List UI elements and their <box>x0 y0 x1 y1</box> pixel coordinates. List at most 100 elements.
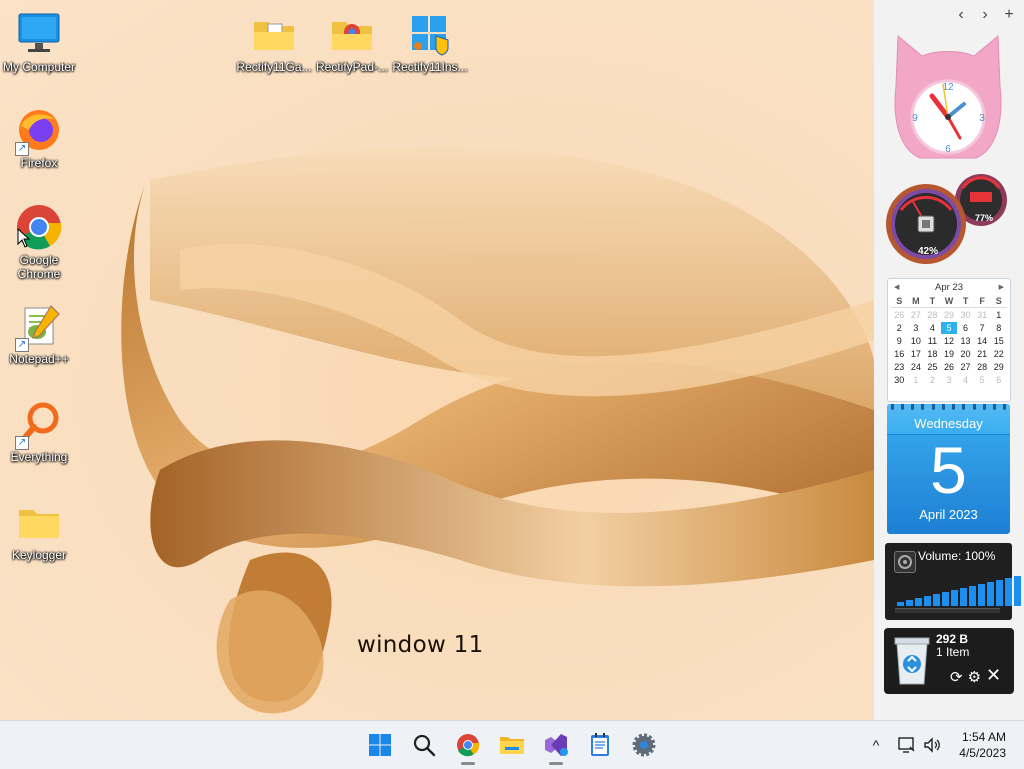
calendar-day[interactable]: 27 <box>908 309 925 321</box>
volume-bar <box>1005 578 1012 606</box>
calendar-day[interactable]: 28 <box>974 361 991 373</box>
calendar-day[interactable]: 1 <box>908 374 925 386</box>
calendar-day[interactable]: 29 <box>990 361 1007 373</box>
desktop-icon-firefox[interactable]: ↗ Firefox <box>0 106 78 170</box>
network-icon[interactable] <box>896 735 916 755</box>
volume-bar <box>996 580 1003 606</box>
calendar-day[interactable]: 26 <box>941 361 958 373</box>
calendar-day[interactable]: 21 <box>974 348 991 360</box>
mouse-cursor-icon <box>17 228 31 248</box>
calendar-day[interactable]: 1 <box>990 309 1007 321</box>
calendar-day[interactable]: 30 <box>891 374 908 386</box>
sidebar-back-button[interactable]: ‹ <box>954 6 968 24</box>
wallpaper-text: window 11 <box>357 632 484 658</box>
calendar-prev-button[interactable]: ◀ <box>894 283 899 291</box>
calendar-day[interactable]: 14 <box>974 335 991 347</box>
desktop-icon-keylogger[interactable]: Keylogger <box>0 498 78 562</box>
desktop-icon-my-computer[interactable]: My Computer <box>0 10 78 74</box>
calendar-day[interactable]: 9 <box>891 335 908 347</box>
calendar-day[interactable]: 30 <box>957 309 974 321</box>
gear-icon[interactable]: ⚙ <box>968 668 981 686</box>
shortcut-arrow-icon: ↗ <box>15 338 29 352</box>
desktop-icon-label: Keylogger <box>11 548 67 562</box>
calendar-day[interactable]: 3 <box>941 374 958 386</box>
calendar-day[interactable]: 3 <box>908 322 925 334</box>
shortcut-arrow-icon: ↗ <box>15 436 29 450</box>
desktop-icon-everything[interactable]: ↗ Everything <box>0 400 78 464</box>
volume-bar <box>969 586 976 606</box>
calendar-day[interactable]: 27 <box>957 361 974 373</box>
calendar-day[interactable]: 7 <box>974 322 991 334</box>
taskbar-clock[interactable]: 1:54 AM 4/5/2023 <box>959 729 1006 761</box>
taskbar-notepad-button[interactable] <box>584 729 616 761</box>
running-indicator <box>549 762 563 765</box>
calendar-day[interactable]: 6 <box>957 322 974 334</box>
calendar-day[interactable]: 29 <box>941 309 958 321</box>
calendar-day[interactable]: 6 <box>990 374 1007 386</box>
calendar-day[interactable]: 15 <box>990 335 1007 347</box>
taskbar-settings-button[interactable] <box>628 729 660 761</box>
volume-track[interactable] <box>895 608 1000 613</box>
desktop-icon-label: Firefox <box>20 156 58 170</box>
taskbar-file-explorer-button[interactable] <box>496 729 528 761</box>
speaker-icon <box>894 551 916 573</box>
calendar-day[interactable]: 25 <box>924 361 941 373</box>
desktop-icon-label: My Computer <box>2 60 76 74</box>
calendar-day[interactable]: 16 <box>891 348 908 360</box>
calendar-weekday: F <box>973 295 991 308</box>
clock-date: 4/5/2023 <box>959 746 1006 760</box>
sidebar-nav: ‹ › + <box>954 6 1016 24</box>
taskbar-start-button[interactable] <box>364 729 396 761</box>
calendar-day[interactable]: 13 <box>957 335 974 347</box>
calendar-next-button[interactable]: ▶ <box>999 283 1004 291</box>
calendar-day[interactable]: 18 <box>924 348 941 360</box>
calendar-day[interactable]: 20 <box>957 348 974 360</box>
cat-clock-widget[interactable]: 12 3 6 9 <box>888 30 1008 162</box>
gear-icon <box>632 733 656 757</box>
tray-overflow-chevron[interactable]: ^ <box>866 737 886 753</box>
desktop[interactable]: window 11 My Computer ↗ Firefox Google C… <box>0 0 874 720</box>
sidebar-add-button[interactable]: + <box>1002 6 1016 24</box>
calendar-day[interactable]: 5 <box>940 322 958 334</box>
folder-icon <box>500 737 524 754</box>
taskbar-chrome-button[interactable] <box>452 729 484 765</box>
chrome-icon <box>457 734 480 757</box>
volume-bar <box>951 590 958 606</box>
volume-icon[interactable] <box>922 735 942 755</box>
calendar-day[interactable]: 12 <box>941 335 958 347</box>
sidebar-forward-button[interactable]: › <box>978 6 992 24</box>
taskbar-visual-studio-button[interactable] <box>540 729 572 765</box>
close-icon[interactable]: ✕ <box>986 666 1001 686</box>
taskbar-search-button[interactable] <box>408 729 440 761</box>
calendar-day[interactable]: 4 <box>924 322 941 334</box>
calendar-day[interactable]: 19 <box>941 348 958 360</box>
calendar-day[interactable]: 5 <box>974 374 991 386</box>
calendar-day[interactable]: 17 <box>908 348 925 360</box>
calendar-day[interactable]: 11 <box>924 335 941 347</box>
clock-number-9: 9 <box>912 113 918 124</box>
calendar-weekday: W <box>940 295 958 308</box>
volume-bar <box>933 594 940 606</box>
volume-widget[interactable]: Volume: 100% <box>885 543 1021 620</box>
calendar-day[interactable]: 28 <box>924 309 941 321</box>
calendar-day[interactable]: 24 <box>908 361 925 373</box>
calendar-day[interactable]: 22 <box>990 348 1007 360</box>
recycle-bin-widget[interactable]: 292 B 1 Item ⟳ ⚙ ✕ <box>884 628 1014 694</box>
volume-bar <box>897 602 904 606</box>
calendar-day[interactable]: 31 <box>974 309 991 321</box>
calendar-day[interactable]: 2 <box>924 374 941 386</box>
calendar-day[interactable]: 4 <box>957 374 974 386</box>
refresh-icon[interactable]: ⟳ <box>950 668 963 686</box>
calendar-day[interactable]: 23 <box>891 361 908 373</box>
calendar-day[interactable]: 26 <box>891 309 908 321</box>
desktop-icon-google-chrome[interactable]: Google Chrome <box>0 203 78 281</box>
cpu-ram-gauges-widget[interactable]: 77% 42% <box>884 170 1010 266</box>
calendar-day[interactable]: 2 <box>891 322 908 334</box>
desktop-icon-rectify11ga[interactable]: Rectify11Ga... <box>234 10 314 74</box>
desktop-icon-label: Everything <box>10 450 68 464</box>
desktop-icon-rectify11ins[interactable]: Rectify11Ins... <box>390 10 470 74</box>
desktop-icon-rectifypad[interactable]: RectifyPad-... <box>312 10 392 74</box>
desktop-icon-notepadpp[interactable]: ↗ Notepad++ <box>0 302 78 366</box>
calendar-day[interactable]: 10 <box>908 335 925 347</box>
calendar-day[interactable]: 8 <box>990 322 1007 334</box>
